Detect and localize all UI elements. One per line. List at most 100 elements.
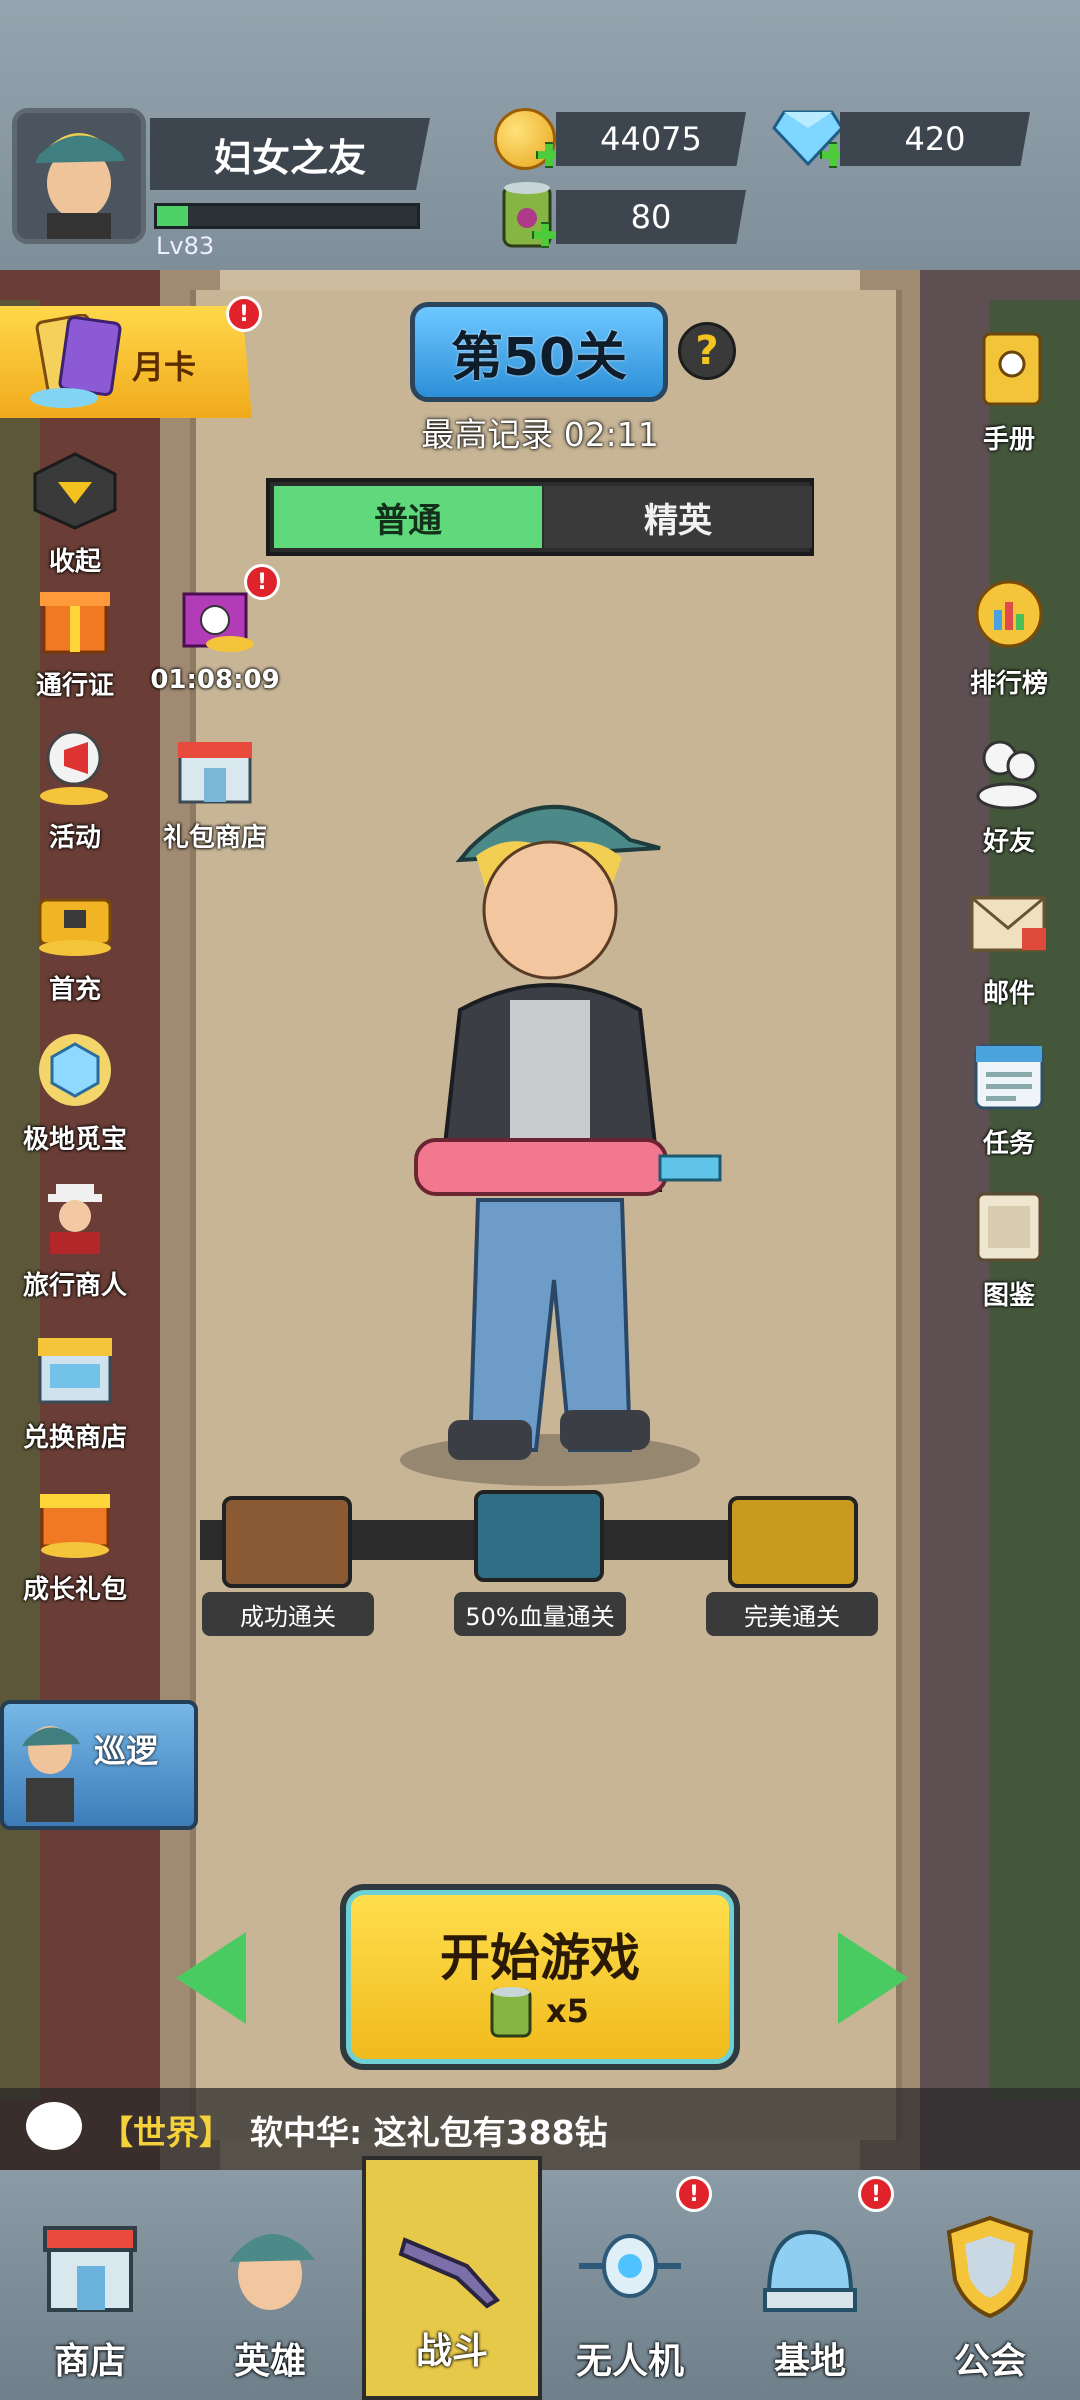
megaphone-icon [40, 730, 108, 805]
collapse-button[interactable]: 收起 [0, 452, 150, 578]
growth-gift-icon [40, 1494, 110, 1558]
nav-shop-label: 商店 [53, 2341, 126, 2382]
reward-label-success: 成功通关 [202, 1592, 374, 1636]
base-alert: ! [858, 2176, 894, 2212]
nav-base-label: 基地 [773, 2341, 846, 2382]
help-icon[interactable]: ? [678, 322, 736, 380]
collapse-icon [33, 452, 117, 530]
mail-label: 邮件 [982, 979, 1035, 1009]
travel-merchant-button[interactable]: 旅行商人 [0, 1176, 150, 1302]
book-icon [982, 332, 1042, 406]
drone-icon [579, 2234, 681, 2298]
difficulty-switch: 普通 精英 [266, 478, 814, 556]
tasks-label: 任务 [982, 1129, 1035, 1159]
chat-bubble-icon [26, 2102, 82, 2150]
friends-icon [976, 740, 1040, 810]
calendar-icon [974, 1044, 1044, 1110]
ice-cube-icon [39, 1034, 111, 1106]
friends-label: 好友 [982, 827, 1035, 857]
hero-character[interactable] [360, 760, 740, 1500]
chest-perfect-icon[interactable] [728, 1496, 858, 1588]
card-icon [30, 314, 122, 408]
hero-icon [229, 2233, 315, 2310]
activity-button[interactable]: 活动 [0, 728, 150, 854]
chat-channel: 【世界】 [100, 2113, 232, 2152]
nav-heroes[interactable]: 英雄 [180, 2170, 360, 2400]
exchange-shop-button[interactable]: 兑换商店 [0, 1328, 150, 1454]
mail-icon [970, 896, 1046, 952]
exchange-shop-icon [38, 1338, 112, 1404]
patrol-button[interactable]: 巡逻 [0, 1700, 198, 1830]
xp-bar-fill [157, 206, 188, 226]
trophy-icon [975, 580, 1043, 648]
leaderboard-button[interactable]: 排行榜 [934, 574, 1080, 700]
stamina-can-icon [490, 1987, 532, 2038]
tab-elite[interactable]: 精英 [544, 486, 812, 548]
month-card-label: 月卡 [132, 348, 197, 386]
gift-shop-button[interactable]: 礼包商店 [140, 728, 290, 854]
polar-treasure-button[interactable]: 极地觅宝 [0, 1030, 150, 1156]
mail-button[interactable]: 邮件 [934, 884, 1080, 1010]
exchange-shop-label: 兑换商店 [22, 1423, 127, 1453]
nav-guild-label: 公会 [953, 2341, 1026, 2382]
month-card-button[interactable]: 月卡 [0, 306, 252, 418]
nav-heroes-label: 英雄 [233, 2341, 306, 2382]
collapse-label: 收起 [48, 547, 101, 577]
first-charge-label: 首充 [48, 975, 101, 1005]
first-charge-button[interactable]: 首充 [0, 880, 150, 1006]
nav-shop[interactable]: 商店 [0, 2170, 180, 2400]
chest-half-hp-icon[interactable] [474, 1490, 604, 1582]
player-avatar[interactable] [12, 108, 146, 244]
treasure-chest-icon [38, 898, 112, 956]
manual-button[interactable]: 手册 [934, 330, 1080, 456]
player-level: Lv83 [156, 232, 215, 260]
rifle-icon [398, 2237, 501, 2309]
chat-message: 软中华: 这礼包有388钻 [250, 2113, 608, 2152]
nav-battle-label: 战斗 [415, 2331, 488, 2372]
guild-shield-icon [946, 2215, 1034, 2319]
player-name[interactable]: 妇女之友 [150, 118, 430, 190]
growth-gift-label: 成长礼包 [22, 1575, 127, 1605]
diamond-amount: 420 [840, 112, 1030, 166]
month-card-alert: ! [226, 296, 262, 332]
patrol-label: 巡逻 [94, 1732, 159, 1770]
tab-normal[interactable]: 普通 [274, 486, 542, 548]
nav-guild[interactable]: 公会 [900, 2170, 1080, 2400]
stamina-amount: 80 [556, 190, 746, 244]
base-dome-icon [763, 2229, 857, 2312]
tasks-button[interactable]: 任务 [934, 1034, 1080, 1160]
nav-battle[interactable]: 战斗 [362, 2156, 542, 2400]
drone-alert: ! [676, 2176, 712, 2212]
growth-gift-button[interactable]: 成长礼包 [0, 1480, 150, 1606]
travel-merchant-label: 旅行商人 [22, 1271, 127, 1301]
patrol-hero-icon [22, 1726, 80, 1822]
start-game-label: 开始游戏 [440, 1929, 640, 1987]
pass-label: 通行证 [35, 671, 114, 701]
gold-amount: 44075 [556, 112, 746, 166]
manual-label: 手册 [982, 425, 1035, 455]
codex-button[interactable]: 图鉴 [934, 1186, 1080, 1312]
shop-icon [43, 2226, 137, 2312]
best-record: 最高记录 02:11 [421, 415, 659, 454]
codex-icon [976, 1192, 1042, 1262]
timed-gift-timer: 01:08:09 [150, 665, 280, 695]
start-cost: x5 [546, 1992, 589, 2030]
gift-shop-label: 礼包商店 [162, 823, 267, 853]
merchant-icon [48, 1184, 102, 1254]
codex-label: 图鉴 [982, 1281, 1035, 1311]
gift-box-icon [40, 592, 110, 654]
chest-success-icon[interactable] [222, 1496, 352, 1588]
reward-label-perfect: 完美通关 [706, 1592, 878, 1636]
shop-stall-icon [178, 742, 252, 804]
reward-label-half-hp: 50%血量通关 [454, 1592, 626, 1636]
friends-button[interactable]: 好友 [934, 732, 1080, 858]
start-game-button[interactable]: 开始游戏 x5 [340, 1884, 740, 2070]
bottom-nav: 商店 英雄 战斗 无人机 基地 公会 [0, 2156, 1080, 2400]
timed-gift-alert: ! [244, 564, 280, 600]
pass-button[interactable]: 通行证 [0, 576, 150, 702]
stage-title: 第50关 [410, 302, 668, 402]
xp-bar [154, 203, 420, 229]
polar-treasure-label: 极地觅宝 [22, 1125, 127, 1155]
leaderboard-label: 排行榜 [969, 669, 1048, 699]
nav-drone-label: 无人机 [575, 2341, 684, 2382]
